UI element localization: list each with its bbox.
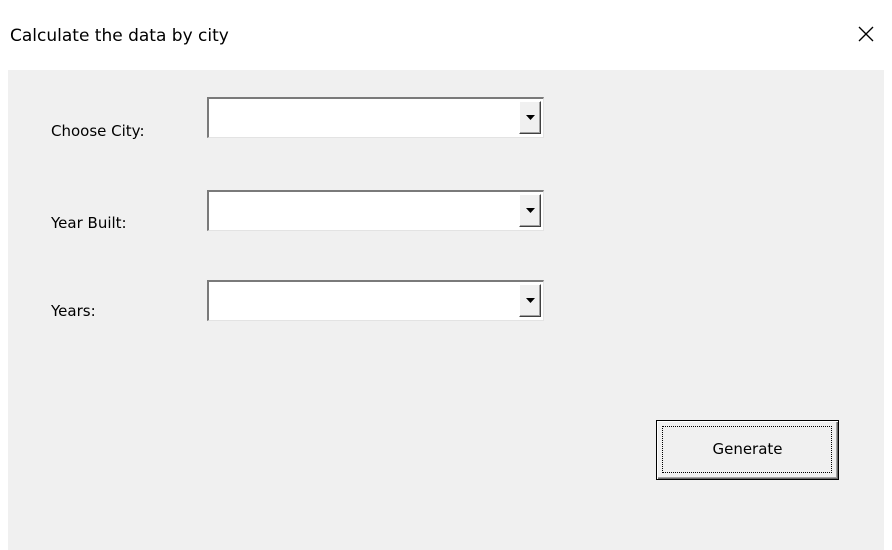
dialog-window: Calculate the data by city Choose City: … [0, 0, 892, 550]
year-built-dropdown-button[interactable] [519, 194, 541, 227]
title-bar: Calculate the data by city [0, 0, 892, 70]
choose-city-label: Choose City: [51, 122, 145, 140]
year-built-combobox[interactable] [207, 190, 544, 231]
dropdown-arrow-icon [526, 208, 535, 213]
dialog-client-area: Choose City: Year Built: Years: Generate [8, 70, 884, 550]
choose-city-dropdown-button[interactable] [519, 101, 541, 134]
generate-button-label: Generate [712, 440, 783, 458]
years-dropdown-button[interactable] [519, 284, 541, 317]
year-built-label: Year Built: [51, 214, 127, 232]
dropdown-arrow-icon [526, 115, 535, 120]
years-combobox[interactable] [207, 280, 544, 321]
close-icon [858, 26, 874, 42]
window-title: Calculate the data by city [10, 26, 229, 46]
generate-button[interactable]: Generate [656, 420, 839, 480]
dropdown-arrow-icon [526, 298, 535, 303]
choose-city-combobox[interactable] [207, 97, 544, 138]
close-button[interactable] [846, 14, 886, 54]
years-label: Years: [51, 302, 96, 320]
